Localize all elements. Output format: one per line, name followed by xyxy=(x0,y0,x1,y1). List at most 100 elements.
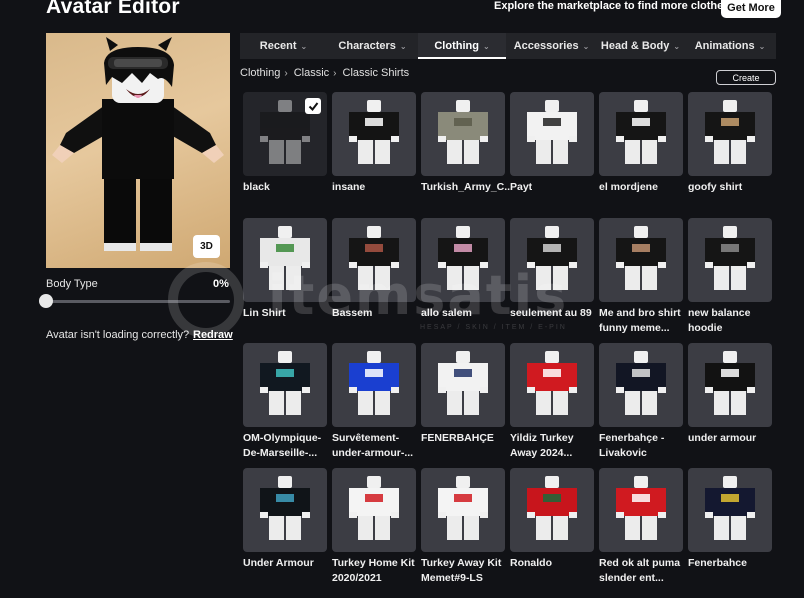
item-thumbnail-figure xyxy=(527,226,577,290)
item-card[interactable]: insane xyxy=(332,92,416,195)
item-thumbnail-figure xyxy=(438,226,488,290)
item-card[interactable]: Turkey Away Kit Memet#9-LS xyxy=(421,468,505,586)
item-thumbnail[interactable] xyxy=(599,92,683,176)
tab-characters[interactable]: Characters ⌄ xyxy=(327,33,418,59)
body-type-value: 0% xyxy=(213,278,229,290)
item-card[interactable]: Survêtement-under-armour-... xyxy=(332,343,416,461)
item-card[interactable]: Red ok alt puma slender ent... xyxy=(599,468,683,586)
category-tabs: Recent ⌄ Characters ⌄ Clothing ⌄ Accessories ⌄ H… xyxy=(240,33,776,59)
item-card[interactable]: Me and bro shirt funny meme... xyxy=(599,218,683,336)
item-card[interactable]: Under Armour xyxy=(243,468,327,571)
item-thumbnail[interactable] xyxy=(688,218,772,302)
item-card[interactable]: goofy shirt xyxy=(688,92,772,195)
item-thumbnail[interactable] xyxy=(421,468,505,552)
item-name: insane xyxy=(332,181,366,193)
item-thumbnail-figure xyxy=(705,100,755,164)
body-type-label: Body Type xyxy=(46,278,98,290)
item-thumbnail[interactable] xyxy=(599,218,683,302)
item-name: Bassem xyxy=(332,307,373,319)
item-thumbnail-figure xyxy=(349,226,399,290)
item-card[interactable]: Fenerbahce xyxy=(688,468,772,571)
item-thumbnail[interactable] xyxy=(421,343,505,427)
marketplace-text: Explore the marketplace to find more clo… xyxy=(494,0,734,12)
item-card[interactable]: Bassem xyxy=(332,218,416,321)
item-thumbnail[interactable] xyxy=(243,468,327,552)
item-card[interactable]: black xyxy=(243,92,327,195)
item-thumbnail[interactable] xyxy=(421,218,505,302)
chevron-right-icon: › xyxy=(284,67,288,79)
item-card[interactable]: Turkish_Army_C... xyxy=(421,92,511,195)
item-thumbnail[interactable] xyxy=(332,92,416,176)
tab-head-body[interactable]: Head & Body ⌄ xyxy=(597,33,684,59)
loading-help-text: Avatar isn't loading correctly? xyxy=(46,329,190,341)
item-name: allo salem xyxy=(421,307,472,319)
item-thumbnail-figure xyxy=(438,100,488,164)
item-card[interactable]: FENERBAHÇE xyxy=(421,343,505,446)
watermark-subtext: HESAP / SKIN / ITEM / E-PIN xyxy=(420,324,567,331)
item-name: seulement au 89 xyxy=(510,307,592,319)
item-thumbnail[interactable] xyxy=(510,468,594,552)
tab-animations[interactable]: Animations ⌄ xyxy=(684,33,776,59)
item-thumbnail-figure xyxy=(527,100,577,164)
item-name: under armour xyxy=(688,432,757,444)
item-card[interactable]: seulement au 89 xyxy=(510,218,594,321)
item-thumbnail[interactable] xyxy=(243,218,327,302)
item-thumbnail[interactable] xyxy=(332,468,416,552)
item-card[interactable]: Ronaldo xyxy=(510,468,594,571)
breadcrumb-item[interactable]: Clothing xyxy=(240,67,280,79)
item-card[interactable]: under armour xyxy=(688,343,772,446)
item-thumbnail-figure xyxy=(616,100,666,164)
item-name: Turkish_Army_C... xyxy=(421,181,511,193)
item-thumbnail[interactable] xyxy=(332,343,416,427)
item-thumbnail[interactable] xyxy=(243,343,327,427)
item-card[interactable]: Turkey Home Kit 2020/2021 xyxy=(332,468,416,586)
tab-label: Head & Body xyxy=(600,40,670,52)
item-card[interactable]: Yildiz Turkey Away 2024... xyxy=(510,343,594,461)
item-thumbnail-figure xyxy=(705,226,755,290)
item-card[interactable]: allo salem xyxy=(421,218,505,321)
3d-toggle-button[interactable]: 3D xyxy=(193,235,220,258)
item-thumbnail[interactable] xyxy=(510,343,594,427)
item-card[interactable]: new balance hoodie xyxy=(688,218,772,336)
item-name: Red ok alt puma slender ent... xyxy=(599,557,681,584)
item-thumbnail[interactable] xyxy=(599,468,683,552)
item-card[interactable]: Fenerbahçe - Livakovic xyxy=(599,343,683,461)
tab-accessories[interactable]: Accessories ⌄ xyxy=(506,33,597,59)
item-thumbnail-figure xyxy=(349,100,399,164)
item-thumbnail[interactable] xyxy=(332,218,416,302)
redraw-link[interactable]: Redraw xyxy=(193,329,233,341)
item-thumbnail[interactable] xyxy=(688,343,772,427)
tab-clothing[interactable]: Clothing ⌄ xyxy=(418,33,506,59)
item-thumbnail[interactable] xyxy=(421,92,505,176)
create-button[interactable]: Create xyxy=(716,70,776,85)
item-thumbnail-figure xyxy=(260,226,310,290)
item-card[interactable]: el mordjene xyxy=(599,92,683,195)
item-thumbnail-figure xyxy=(705,351,755,415)
item-card[interactable]: OM-Olympique-De-Marseille-... xyxy=(243,343,327,461)
tab-recent[interactable]: Recent ⌄ xyxy=(240,33,327,59)
item-thumbnail[interactable] xyxy=(599,343,683,427)
item-thumbnail[interactable] xyxy=(688,468,772,552)
item-thumbnail-figure xyxy=(616,351,666,415)
item-thumbnail-figure xyxy=(349,351,399,415)
item-thumbnail-figure xyxy=(527,476,577,540)
item-name: OM-Olympique-De-Marseille-... xyxy=(243,432,322,459)
item-name: Me and bro shirt funny meme... xyxy=(599,307,681,334)
tab-label: Accessories xyxy=(513,40,579,52)
get-more-button[interactable]: Get More xyxy=(721,0,781,18)
body-type-slider-thumb[interactable] xyxy=(39,294,53,308)
avatar-preview[interactable] xyxy=(46,33,230,268)
checkmark-icon[interactable] xyxy=(305,98,321,114)
breadcrumb-item[interactable]: Classic xyxy=(294,67,329,79)
item-name: goofy shirt xyxy=(688,181,743,193)
item-thumbnail[interactable] xyxy=(510,218,594,302)
item-name: Ronaldo xyxy=(510,557,552,569)
chevron-down-icon: ⌄ xyxy=(758,41,766,51)
item-thumbnail[interactable] xyxy=(243,92,327,176)
item-card[interactable]: Lin Shirt xyxy=(243,218,327,321)
item-thumbnail[interactable] xyxy=(510,92,594,176)
item-thumbnail[interactable] xyxy=(688,92,772,176)
body-type-slider[interactable] xyxy=(46,300,230,303)
item-thumbnail-figure xyxy=(260,476,310,540)
item-card[interactable]: Payt xyxy=(510,92,594,195)
